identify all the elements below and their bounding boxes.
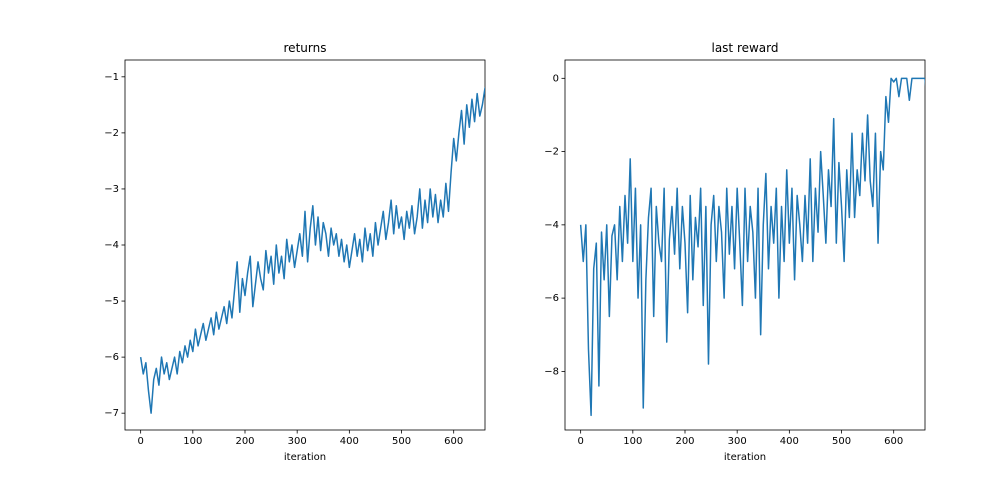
x-tick-label: 500 — [392, 436, 411, 447]
x-tick-label: 400 — [780, 436, 799, 447]
x-tick-label: 100 — [623, 436, 642, 447]
x-tick-label: 0 — [577, 436, 583, 447]
series-line — [141, 77, 788, 413]
x-tick-label: 400 — [340, 436, 359, 447]
x-tick-label: 300 — [288, 436, 307, 447]
x-tick-label: 100 — [183, 436, 202, 447]
y-tick-label: −2 — [544, 147, 559, 158]
x-tick-label: 600 — [884, 436, 903, 447]
x-tick-label: 300 — [728, 436, 747, 447]
x-tick-label: 200 — [675, 436, 694, 447]
y-tick-label: −5 — [104, 296, 119, 307]
series-line — [581, 78, 1000, 415]
y-tick-label: 0 — [553, 73, 559, 84]
y-tick-label: −6 — [544, 293, 559, 304]
chart-panel-1: 0 100 200 300 400 500 600 −8 −6 −4 −2 0 last reward i… — [544, 41, 1000, 463]
x-tick-label: 200 — [235, 436, 254, 447]
y-tick-label: −2 — [104, 128, 119, 139]
x-axis-label: iteration — [724, 452, 766, 463]
x-axis-label: iteration — [284, 452, 326, 463]
chart-title: returns — [284, 41, 327, 55]
chart-title: last reward — [711, 41, 778, 55]
y-tick-label: −1 — [104, 72, 119, 83]
x-tick-label: 0 — [137, 436, 143, 447]
plot-frame — [125, 60, 485, 430]
y-tick-label: −4 — [544, 220, 559, 231]
x-tick-label: 600 — [444, 436, 463, 447]
y-tick-label: −8 — [544, 366, 559, 377]
chart-svg: 0 100 200 300 400 500 600 −7 −6 −5 −4 −3 −2 −1 returns… — [0, 0, 1000, 500]
y-tick-label: −4 — [104, 240, 119, 251]
y-tick-label: −3 — [104, 184, 119, 195]
y-tick-label: −6 — [104, 352, 119, 363]
y-tick-label: −7 — [104, 408, 119, 419]
x-tick-label: 500 — [832, 436, 851, 447]
chart-figure: 0 100 200 300 400 500 600 −7 −6 −5 −4 −3 −2 −1 returns… — [0, 0, 1000, 500]
